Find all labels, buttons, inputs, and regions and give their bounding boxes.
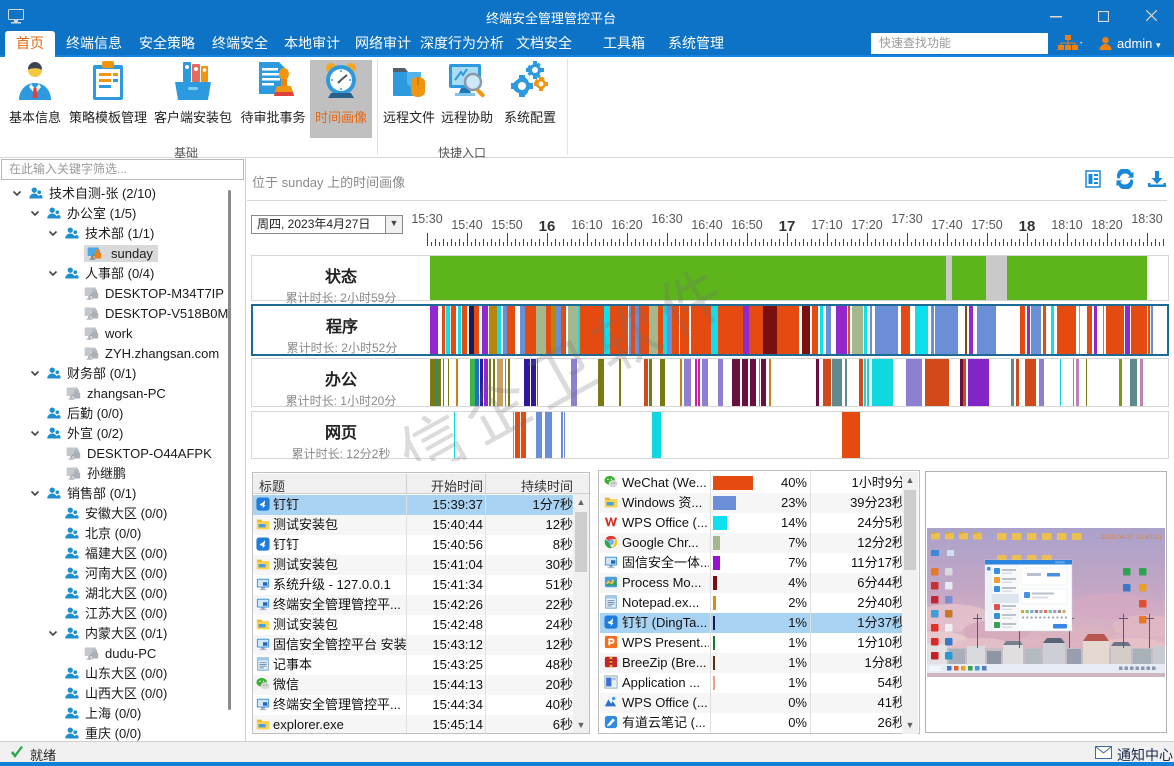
svg-text:18: 18: [1019, 218, 1036, 235]
svg-text:15:50: 15:50: [491, 218, 522, 232]
svg-text:17:30: 17:30: [891, 212, 922, 226]
svg-text:18:30: 18:30: [1131, 212, 1162, 226]
svg-text:16:10: 16:10: [571, 218, 602, 232]
svg-text:17:50: 17:50: [971, 218, 1002, 232]
svg-text:18:20: 18:20: [1091, 218, 1122, 232]
svg-text:16:20: 16:20: [611, 218, 642, 232]
svg-text:17: 17: [779, 218, 796, 235]
svg-text:15:40: 15:40: [451, 218, 482, 232]
svg-text:16:30: 16:30: [651, 212, 682, 226]
svg-text:17:40: 17:40: [931, 218, 962, 232]
svg-text:2023-04-27 15:40:10: 2023-04-27 15:40:10: [1101, 534, 1162, 541]
svg-text:16: 16: [539, 218, 556, 235]
svg-text:17:20: 17:20: [851, 218, 882, 232]
svg-text:18:10: 18:10: [1051, 218, 1082, 232]
svg-text:16:40: 16:40: [691, 218, 722, 232]
svg-text:15:30: 15:30: [411, 212, 442, 226]
svg-text:16:50: 16:50: [731, 218, 762, 232]
svg-text:17:10: 17:10: [811, 218, 842, 232]
